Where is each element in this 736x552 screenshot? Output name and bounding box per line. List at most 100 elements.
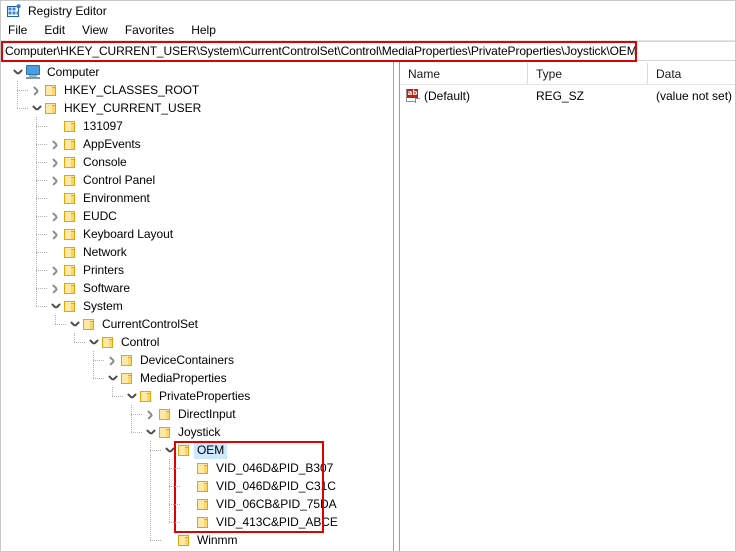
tree-node-mediaproperties[interactable]: MediaProperties xyxy=(1,369,387,387)
chevron-down-icon[interactable] xyxy=(142,423,158,441)
tree-node-hkey-classes-root[interactable]: HKEY_CLASSES_ROOT xyxy=(1,81,387,99)
tree-guide-line xyxy=(36,252,47,253)
folder-icon xyxy=(139,390,154,403)
tree-guide-line xyxy=(17,81,18,108)
tree-guide-line xyxy=(36,126,47,127)
value-list-pane[interactable]: Name Type Data ab (Default) REG_SZ (valu… xyxy=(400,62,735,551)
column-header-data-label: Data xyxy=(656,66,682,81)
tree-node-control[interactable]: Control xyxy=(1,333,387,351)
chevron-right-icon[interactable] xyxy=(47,207,63,225)
tree-node-label: MediaProperties xyxy=(140,371,227,385)
tree-guide-line xyxy=(150,441,151,540)
chevron-right-icon[interactable] xyxy=(47,225,63,243)
tree-node-label: Network xyxy=(83,245,127,259)
tree-node-label: DirectInput xyxy=(178,407,236,421)
chevron-right-icon[interactable] xyxy=(28,81,44,99)
chevron-right-icon[interactable] xyxy=(142,405,158,423)
chevron-down-icon[interactable] xyxy=(123,387,139,405)
chevron-right-icon[interactable] xyxy=(47,135,63,153)
value-name-cell: ab (Default) xyxy=(400,89,528,103)
tree-node-oem[interactable]: OEM xyxy=(1,441,387,459)
tree-node-131097[interactable]: 131097 xyxy=(1,117,387,135)
tree-node-label: Keyboard Layout xyxy=(83,227,173,241)
tree-node-devicecontainers[interactable]: DeviceContainers xyxy=(1,351,387,369)
tree-guide-line xyxy=(74,333,75,342)
value-row-default[interactable]: ab (Default) REG_SZ (value not set) xyxy=(400,85,735,107)
tree-node-environment[interactable]: Environment xyxy=(1,189,387,207)
chevron-right-icon[interactable] xyxy=(47,279,63,297)
menu-item-view[interactable]: View xyxy=(82,21,117,39)
tree-node-computer[interactable]: Computer xyxy=(1,63,387,81)
tree-guide-line xyxy=(131,432,142,433)
tree-guide-line xyxy=(17,90,28,91)
folder-icon xyxy=(158,426,173,439)
tree-node-winmm[interactable]: Winmm xyxy=(1,531,387,549)
tree-node-label: AppEvents xyxy=(83,137,141,151)
chevron-down-icon[interactable] xyxy=(28,99,44,117)
column-header-name[interactable]: Name xyxy=(400,63,528,84)
chevron-right-icon[interactable] xyxy=(104,351,120,369)
chevron-down-icon[interactable] xyxy=(161,441,177,459)
tree-node-system[interactable]: System xyxy=(1,297,387,315)
column-header-type[interactable]: Type xyxy=(528,63,648,84)
chevron-right-icon[interactable] xyxy=(47,171,63,189)
chevron-down-icon[interactable] xyxy=(9,63,25,81)
tree-guide-line xyxy=(74,342,85,343)
address-bar[interactable]: Computer\HKEY_CURRENT_USER\System\Curren… xyxy=(1,41,735,61)
tree-node-joystick[interactable]: Joystick xyxy=(1,423,387,441)
address-bar-path: Computer\HKEY_CURRENT_USER\System\Curren… xyxy=(5,44,637,58)
tree-node-console[interactable]: Console xyxy=(1,153,387,171)
folder-icon xyxy=(63,138,78,151)
registry-icon xyxy=(7,3,21,18)
tree-node-label: Winmm xyxy=(197,533,238,547)
menu-item-edit[interactable]: Edit xyxy=(44,21,74,39)
menu-item-help[interactable]: Help xyxy=(191,21,225,39)
folder-icon xyxy=(63,120,78,133)
tree-node-vid-046d-pid-c31c[interactable]: VID_046D&PID_C31C xyxy=(1,477,387,495)
tree-node-eudc[interactable]: EUDC xyxy=(1,207,387,225)
tree-node-control-panel[interactable]: Control Panel xyxy=(1,171,387,189)
folder-icon xyxy=(158,408,173,421)
tree-node-hkey-current-user[interactable]: HKEY_CURRENT_USER xyxy=(1,99,387,117)
tree-node-vid-06cb-pid-75da[interactable]: VID_06CB&PID_75DA xyxy=(1,495,387,513)
tree-guide-line xyxy=(36,162,47,163)
chevron-down-icon[interactable] xyxy=(66,315,82,333)
folder-icon xyxy=(63,192,78,205)
folder-icon xyxy=(177,534,192,547)
tree-node-privateproperties[interactable]: PrivateProperties xyxy=(1,387,387,405)
tree-guide-line xyxy=(169,486,180,487)
tree-guide-line xyxy=(55,315,56,324)
tree-node-vid-046d-pid-b307[interactable]: VID_046D&PID_B307 xyxy=(1,459,387,477)
tree-node-appevents[interactable]: AppEvents xyxy=(1,135,387,153)
window-title: Registry Editor xyxy=(28,3,107,18)
chevron-down-icon[interactable] xyxy=(47,297,63,315)
folder-icon xyxy=(44,102,59,115)
pane-splitter[interactable] xyxy=(388,62,400,551)
tree-node-keyboard-layout[interactable]: Keyboard Layout xyxy=(1,225,387,243)
tree-guide-line xyxy=(131,414,142,415)
menu-item-favorites[interactable]: Favorites xyxy=(125,21,183,39)
registry-tree: Computer HKEY_CLASSES_ROOT HKEY_CURRENT_US… xyxy=(1,62,387,549)
folder-icon xyxy=(63,282,78,295)
menu-item-file[interactable]: File xyxy=(8,21,36,39)
tree-node-printers[interactable]: Printers xyxy=(1,261,387,279)
value-data-cell: (value not set) xyxy=(656,89,733,103)
menu-bar: File Edit View Favorites Help xyxy=(1,20,735,40)
registry-tree-pane[interactable]: Computer HKEY_CLASSES_ROOT HKEY_CURRENT_US… xyxy=(1,62,388,551)
folder-icon xyxy=(63,300,78,313)
chevron-down-icon[interactable] xyxy=(104,369,120,387)
column-header-data[interactable]: Data xyxy=(648,63,735,84)
chevron-down-icon[interactable] xyxy=(85,333,101,351)
chevron-right-icon[interactable] xyxy=(47,261,63,279)
tree-guide-line xyxy=(55,324,66,325)
tree-node-directinput[interactable]: DirectInput xyxy=(1,405,387,423)
chevron-right-icon[interactable] xyxy=(47,153,63,171)
folder-icon xyxy=(44,84,59,97)
tree-node-vid-413c-pid-abce[interactable]: VID_413C&PID_ABCE xyxy=(1,513,387,531)
tree-node-software[interactable]: Software xyxy=(1,279,387,297)
tree-node-network[interactable]: Network xyxy=(1,243,387,261)
